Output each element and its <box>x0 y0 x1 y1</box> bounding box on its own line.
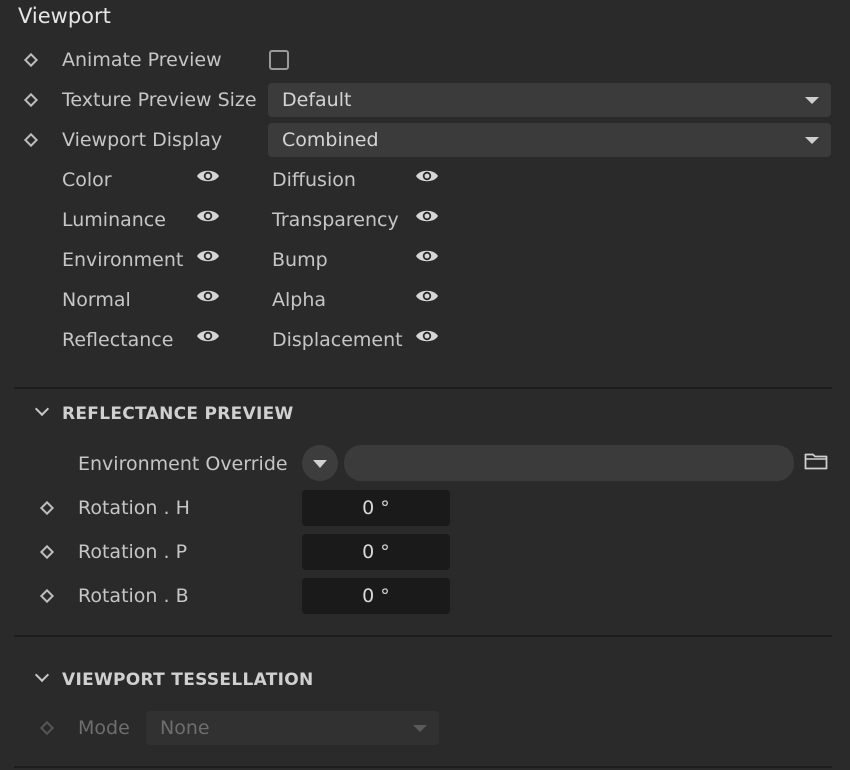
rotation-p-label: Rotation . P <box>78 541 188 563</box>
section-divider <box>14 635 832 637</box>
animate-preview-checkbox[interactable] <box>269 50 289 70</box>
folder-icon[interactable] <box>804 452 828 470</box>
viewport-display-dropdown[interactable]: Combined <box>268 123 831 157</box>
section-divider <box>14 766 832 768</box>
texture-preview-size-dropdown[interactable]: Default <box>268 83 831 117</box>
viewport-display-value: Combined <box>282 129 379 151</box>
channel-label-diffusion: Diffusion <box>272 169 356 191</box>
eye-icon[interactable] <box>196 168 220 184</box>
chevron-down-icon <box>413 725 427 732</box>
rotation-h-label: Rotation . H <box>78 497 190 519</box>
chevron-down-icon[interactable] <box>34 401 50 417</box>
environment-override-label: Environment Override <box>78 453 288 475</box>
rotation-b-field[interactable]: 0 ° <box>302 578 450 614</box>
keyframe-diamond-icon[interactable] <box>23 132 39 148</box>
mode-label: Mode <box>78 717 130 739</box>
channel-label-bump: Bump <box>272 249 328 271</box>
panel-title: Viewport <box>18 4 111 28</box>
texture-preview-size-label: Texture Preview Size <box>62 89 257 111</box>
eye-icon[interactable] <box>196 208 220 224</box>
eye-icon[interactable] <box>415 248 439 264</box>
keyframe-diamond-icon[interactable] <box>39 500 55 516</box>
rotation-h-field[interactable]: 0 ° <box>302 490 450 526</box>
environment-override-menu-button[interactable] <box>302 445 338 481</box>
animate-preview-label: Animate Preview <box>62 49 222 71</box>
eye-icon[interactable] <box>415 168 439 184</box>
channel-label-luminance: Luminance <box>62 209 166 231</box>
chevron-down-icon <box>805 137 819 144</box>
eye-icon[interactable] <box>415 328 439 344</box>
rotation-p-field[interactable]: 0 ° <box>302 534 450 570</box>
eye-icon[interactable] <box>196 288 220 304</box>
channel-label-transparency: Transparency <box>272 209 399 231</box>
channel-label-color: Color <box>62 169 112 191</box>
chevron-down-icon[interactable] <box>34 667 50 683</box>
rotation-b-label: Rotation . B <box>78 585 189 607</box>
section-divider <box>14 387 832 389</box>
viewport-tessellation-header[interactable]: VIEWPORT TESSELLATION <box>62 669 314 691</box>
channel-label-reflectance: Reflectance <box>62 329 174 351</box>
chevron-down-icon <box>805 97 819 104</box>
keyframe-diamond-icon[interactable] <box>23 52 39 68</box>
reflectance-preview-header[interactable]: REFLECTANCE PREVIEW <box>62 403 294 425</box>
eye-icon[interactable] <box>415 208 439 224</box>
keyframe-diamond-icon[interactable] <box>23 92 39 108</box>
channel-label-displacement: Displacement <box>272 329 403 351</box>
eye-icon[interactable] <box>415 288 439 304</box>
eye-icon[interactable] <box>196 248 220 264</box>
channel-label-normal: Normal <box>62 289 131 311</box>
keyframe-diamond-icon <box>39 720 55 736</box>
environment-override-path-field[interactable] <box>344 445 794 481</box>
channel-label-alpha: Alpha <box>272 289 327 311</box>
keyframe-diamond-icon[interactable] <box>39 588 55 604</box>
channel-label-environment: Environment <box>62 249 184 271</box>
texture-preview-size-value: Default <box>282 89 352 111</box>
mode-dropdown: None <box>146 711 439 745</box>
viewport-display-label: Viewport Display <box>62 129 223 151</box>
eye-icon[interactable] <box>196 328 220 344</box>
chevron-down-icon <box>313 460 327 468</box>
mode-value: None <box>160 717 210 739</box>
keyframe-diamond-icon[interactable] <box>39 544 55 560</box>
